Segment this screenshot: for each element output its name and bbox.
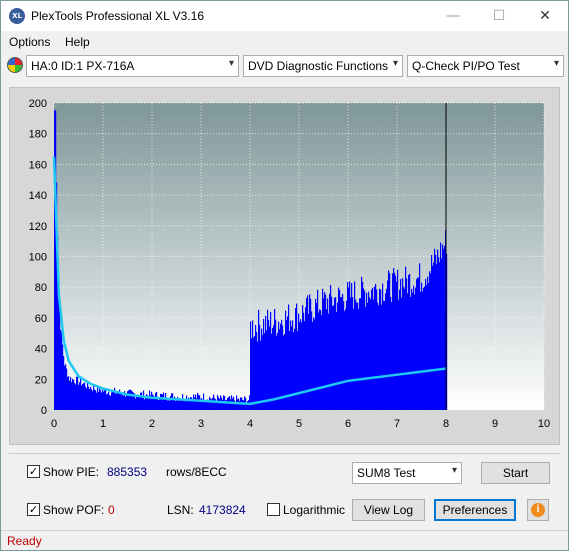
y-tick-label: 140 <box>29 190 47 202</box>
x-tick-label: 4 <box>247 418 253 430</box>
x-tick-label: 10 <box>538 418 550 430</box>
sum-select[interactable]: SUM8 Test ▾ <box>352 462 462 484</box>
chart-panel: 0 20 40 60 80 100 120 140 160 180 200 0 1 2 3 4 5 6 7 8 9 10 <box>9 87 560 445</box>
menu-help[interactable]: Help <box>65 35 90 49</box>
show-pof-label: Show POF: <box>43 503 105 517</box>
drive-select[interactable]: HA:0 ID:1 PX-716A ▾ <box>26 55 239 77</box>
x-tick-label: 6 <box>345 418 351 430</box>
test-select[interactable]: Q-Check PI/PO Test ▾ <box>407 55 564 77</box>
y-tick-label: 60 <box>35 313 47 325</box>
rows-label: rows/8ECC <box>166 465 227 479</box>
x-tick-label: 5 <box>296 418 302 430</box>
chevron-down-icon: ▾ <box>392 58 398 69</box>
drive-icon <box>7 57 23 73</box>
y-tick-label: 80 <box>35 282 47 294</box>
x-tick-label: 0 <box>51 418 57 430</box>
show-pie-checkbox[interactable]: ✓ <box>27 465 40 478</box>
minimize-button[interactable]: — <box>430 1 476 31</box>
y-tick-label: 40 <box>35 344 47 356</box>
x-tick-label: 1 <box>100 418 106 430</box>
lsn-label: LSN: <box>167 503 194 517</box>
y-tick-label: 120 <box>29 221 47 233</box>
chevron-down-icon: ▾ <box>228 58 234 69</box>
info-button[interactable]: i <box>527 499 549 521</box>
x-tick-label: 8 <box>443 418 449 430</box>
start-button[interactable]: Start <box>481 462 550 484</box>
title-bar: XL PlexTools Professional XL V3.16 — ☐ ✕ <box>1 1 568 31</box>
lsn-value: 4173824 <box>199 503 246 517</box>
y-tick-label: 20 <box>35 374 47 386</box>
status-text: Ready <box>7 534 42 548</box>
function-select[interactable]: DVD Diagnostic Functions ▾ <box>243 55 403 77</box>
show-pie-label: Show PIE: <box>43 465 100 479</box>
sum-select-value: SUM8 Test <box>357 466 416 480</box>
drive-select-value: HA:0 ID:1 PX-716A <box>31 59 135 73</box>
maximize-button[interactable]: ☐ <box>476 1 522 31</box>
show-pof-checkbox[interactable]: ✓ <box>27 503 40 516</box>
status-bar: Ready <box>1 530 568 550</box>
pof-value: 0 <box>108 503 115 517</box>
logarithmic-label: Logarithmic <box>283 503 346 517</box>
x-tick-label: 7 <box>394 418 400 430</box>
x-tick-label: 3 <box>198 418 204 430</box>
y-tick-label: 180 <box>29 129 47 141</box>
pi-po-chart: 0 20 40 60 80 100 120 140 160 180 200 0 1 2 3 4 5 6 7 8 9 10 <box>29 98 550 430</box>
logarithmic-checkbox[interactable] <box>267 503 280 516</box>
info-icon: i <box>531 503 545 517</box>
menu-options[interactable]: Options <box>9 35 50 49</box>
controls-panel: ✓ Show PIE: 885353 rows/8ECC SUM8 Test ▾… <box>9 453 560 525</box>
pie-value: 885353 <box>107 465 148 479</box>
y-tick-label: 0 <box>41 405 47 417</box>
close-button[interactable]: ✕ <box>522 1 568 31</box>
function-select-value: DVD Diagnostic Functions <box>248 59 389 73</box>
chevron-down-icon: ▾ <box>451 465 457 476</box>
y-tick-label: 160 <box>29 159 47 171</box>
preferences-button[interactable]: Preferences <box>434 499 516 521</box>
chevron-down-icon: ▾ <box>553 58 559 69</box>
test-select-value: Q-Check PI/PO Test <box>412 59 520 73</box>
menu-bar: Options Help <box>1 31 568 53</box>
app-logo-icon: XL <box>9 8 25 24</box>
view-log-button[interactable]: View Log <box>352 499 425 521</box>
window-title: PlexTools Professional XL V3.16 <box>31 9 204 23</box>
x-tick-label: 2 <box>149 418 155 430</box>
app-window: XL PlexTools Professional XL V3.16 — ☐ ✕… <box>0 0 569 551</box>
y-tick-label: 100 <box>29 252 47 264</box>
y-tick-label: 200 <box>29 98 47 110</box>
x-tick-label: 9 <box>492 418 498 430</box>
